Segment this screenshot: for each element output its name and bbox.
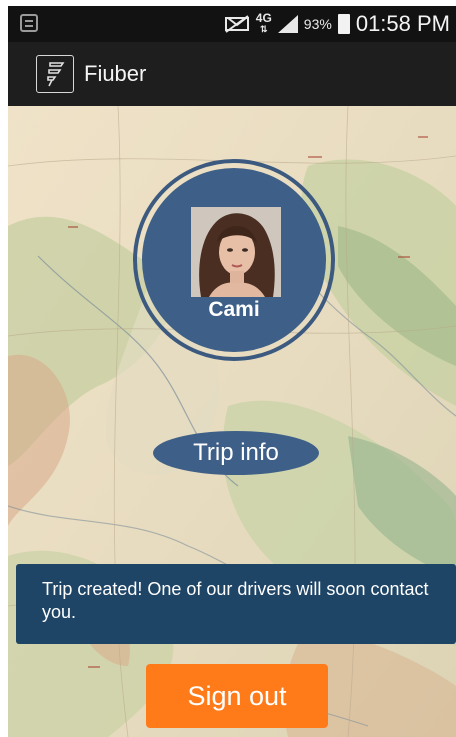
app-title: Fiuber — [84, 61, 147, 86]
status-time: 01:58 PM — [355, 11, 450, 36]
mute-icon — [224, 15, 249, 33]
notification-icon — [20, 14, 38, 32]
network-type-label: 4G ⇅ — [255, 11, 272, 34]
battery-percent: 93% — [303, 16, 332, 32]
toast-message: Trip created! One of our drivers will so… — [16, 564, 456, 644]
app-bar: Fiuber — [8, 42, 456, 106]
fiuber-logo-icon[interactable] — [36, 55, 74, 93]
app-screen: 4G ⇅ 93% 01:58 PM Fiuber Cami Trip info … — [8, 6, 456, 737]
profile-name: Cami — [208, 298, 260, 321]
sign-out-button[interactable]: Sign out — [146, 664, 328, 728]
signal-icon — [277, 15, 298, 33]
battery-icon — [337, 14, 350, 34]
status-bar: 4G ⇅ 93% 01:58 PM — [8, 6, 456, 42]
user-avatar — [191, 207, 281, 297]
status-indicators: 4G ⇅ 93% 01:58 PM — [224, 6, 450, 42]
trip-info-button[interactable]: Trip info — [153, 431, 319, 475]
